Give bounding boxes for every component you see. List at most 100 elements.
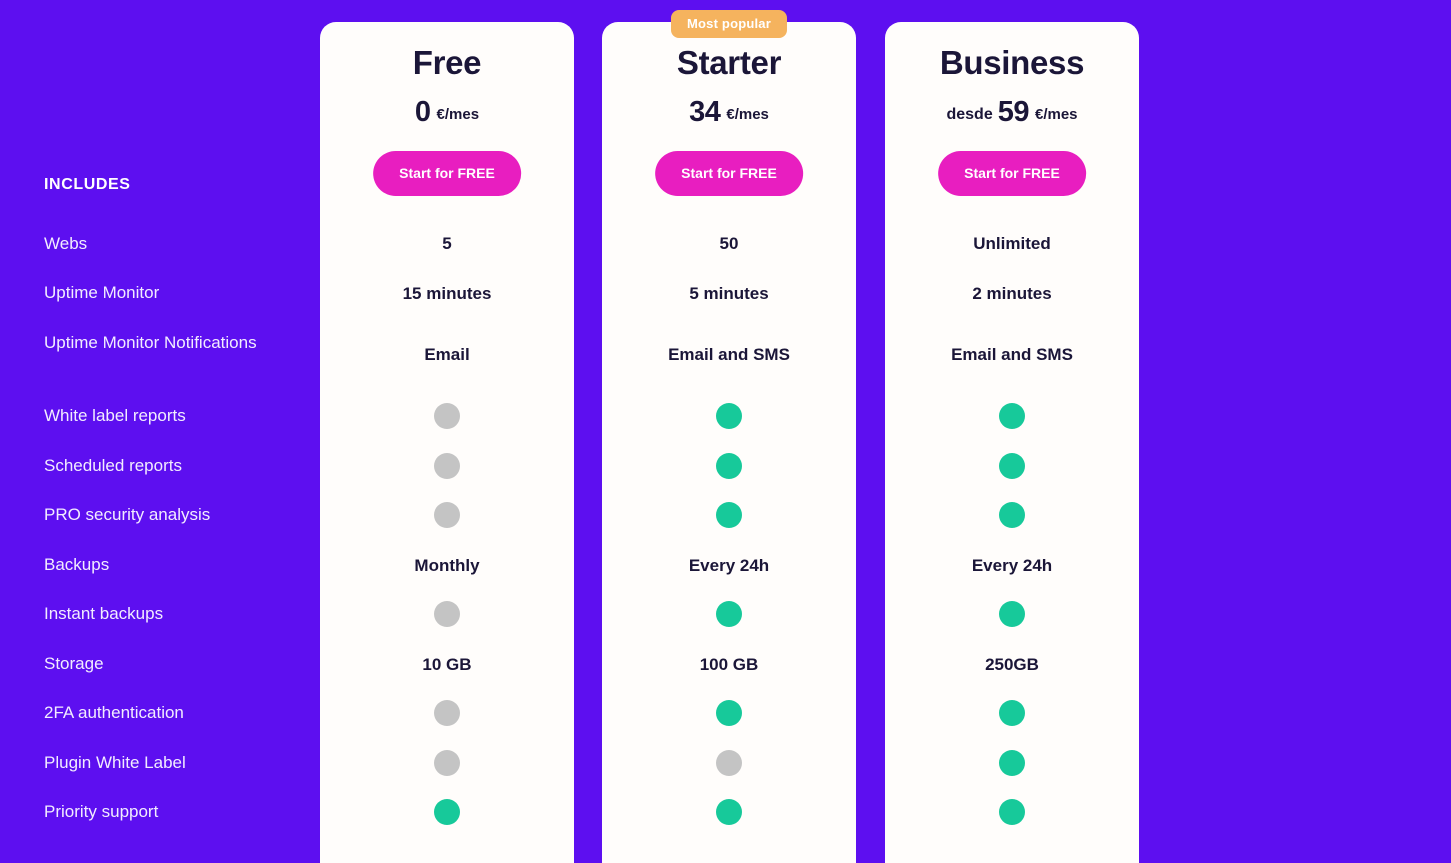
plan-feature-cell [320,502,574,528]
plan-feature-cell [885,403,1139,429]
feature-excluded-dot-icon [434,453,460,479]
plan-feature-cell [885,750,1139,776]
feature-value-text: Email and SMS [951,345,1073,364]
plan-feature-cell [885,502,1139,528]
plan-price: desde 59 €/mes [885,96,1139,129]
plan-feature-cell [602,453,856,479]
feature-excluded-dot-icon [716,750,742,776]
feature-value-text: 5 [442,234,452,253]
feature-included-dot-icon [716,453,742,479]
price-amount: 34 [689,96,721,128]
plan-name: Starter [676,44,782,81]
plan-feature-cell [320,750,574,776]
plan-feature-cell [602,601,856,627]
feature-included-dot-icon [716,601,742,627]
plan-feature-cell [320,601,574,627]
plan-feature-cell [320,453,574,479]
price-unit: €/mes [726,106,769,123]
plan-feature-cell: Every 24h [602,553,856,578]
feature-label: Uptime Monitor [44,283,160,302]
price-amount: 59 [997,96,1030,128]
price-unit: €/mes [436,106,480,123]
feature-excluded-dot-icon [434,502,460,528]
plan-feature-cell: Every 24h [885,553,1139,578]
plan-feature-cell: 2 minutes [885,281,1139,306]
features-header: INCLUDES [44,176,131,193]
feature-label: Scheduled reports [44,456,182,475]
feature-value-text: Email [424,345,470,364]
plan-feature-cell [885,700,1139,726]
plan-feature-cell [885,799,1139,825]
feature-value-text: 50 [719,234,739,253]
plan-price: 0 €/mes [320,96,574,129]
feature-value-text: Monthly [414,556,480,575]
plan-feature-cell: 10 GB [320,652,574,677]
feature-label: White label reports [44,406,186,425]
feature-included-dot-icon [999,799,1025,825]
feature-included-dot-icon [716,403,742,429]
feature-label: Backups [44,555,110,574]
plan-feature-cell [602,750,856,776]
feature-value-text: Email and SMS [668,345,790,364]
feature-label: Uptime Monitor Notifications [44,333,257,352]
feature-value-text: 2 minutes [972,284,1052,303]
plan-card-business: Business desde 59 €/mes Start for FREE Unlimi… [885,22,1139,863]
feature-value-text: 15 minutes [402,284,492,303]
plan-feature-cell: 100 GB [602,652,856,677]
plan-feature-cell: 250GB [885,652,1139,677]
plan-feature-cell [602,502,856,528]
plan-feature-cell [320,403,574,429]
plan-card-free: Free 0 €/mes Start for FREE 5 15 minutes Email… [320,22,574,863]
plan-feature-cell: Unlimited [885,231,1139,256]
feature-included-dot-icon [434,799,460,825]
feature-value-text: Unlimited [973,234,1051,253]
feature-included-dot-icon [999,601,1025,627]
plan-feature-cell: Email and SMS [602,342,856,367]
price-unit: €/mes [1034,106,1078,123]
feature-value-text: 100 GB [699,655,759,674]
plan-feature-cell [885,601,1139,627]
plan-feature-cell [320,700,574,726]
plan-feature-cell: 5 [320,231,574,256]
plan-feature-cell: 50 [602,231,856,256]
start-for-free-button-business[interactable]: Start for FREE [938,151,1086,196]
plan-name: Free [412,44,482,81]
feature-excluded-dot-icon [434,403,460,429]
plan-feature-cell [320,799,574,825]
feature-included-dot-icon [716,700,742,726]
feature-value-text: Every 24h [688,556,770,575]
feature-included-dot-icon [999,502,1025,528]
plan-price: 34 €/mes [602,96,856,129]
pricing-table: INCLUDES Webs Uptime Monitor Uptime Monito… [0,0,1451,863]
feature-value-text: 5 minutes [689,284,769,303]
feature-included-dot-icon [716,502,742,528]
plan-feature-cell: 5 minutes [602,281,856,306]
feature-label: 2FA authentication [44,703,184,722]
plan-name: Business [939,44,1085,81]
plan-feature-cell: 15 minutes [320,281,574,306]
feature-excluded-dot-icon [434,601,460,627]
feature-excluded-dot-icon [434,750,460,776]
start-for-free-button-free[interactable]: Start for FREE [373,151,521,196]
feature-value-text: 250GB [985,655,1039,674]
plan-feature-cell [885,453,1139,479]
feature-excluded-dot-icon [434,700,460,726]
feature-label: Instant backups [44,604,164,623]
feature-value-text: Every 24h [971,556,1053,575]
plan-feature-cell [602,403,856,429]
plan-feature-cell: Email [320,342,574,367]
price-prefix: desde [946,106,993,123]
feature-label: PRO security analysis [44,505,211,524]
feature-label: Webs [44,234,88,253]
plan-card-starter: Most popular Starter 34 €/mes Start for FREE… [602,10,856,863]
most-popular-badge: Most popular [670,10,788,38]
feature-included-dot-icon [716,799,742,825]
plan-feature-cell: Monthly [320,553,574,578]
feature-included-dot-icon [999,403,1025,429]
feature-list-column: INCLUDES Webs Uptime Monitor Uptime Monito… [0,0,320,863]
plan-feature-cell: Email and SMS [885,342,1139,367]
plan-cards-container: Free 0 €/mes Start for FREE 5 15 minutes Email… [320,0,1451,863]
feature-value-text: 10 GB [422,655,472,674]
start-for-free-button-starter[interactable]: Start for FREE [655,151,803,196]
feature-included-dot-icon [999,700,1025,726]
